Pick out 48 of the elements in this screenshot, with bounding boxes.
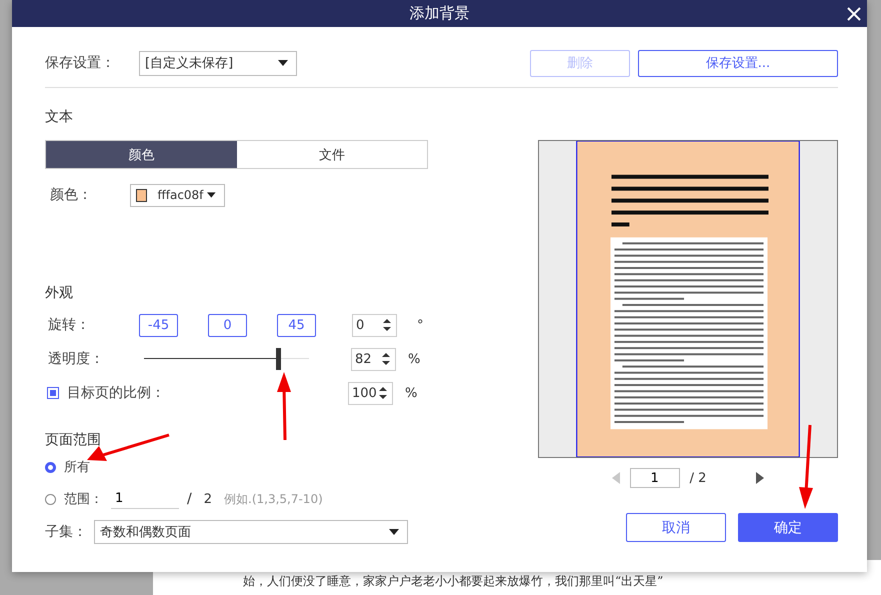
rotation-spinner[interactable]: 0 [352, 314, 397, 336]
section-heading: 页面范围 [45, 431, 101, 450]
preset-label: 保存设置： [45, 54, 115, 72]
subset-label: 子集： [45, 523, 88, 541]
window-title: 添加背景 [410, 4, 470, 23]
opacity-spinner[interactable]: 82 [351, 348, 396, 370]
caret-icon [389, 529, 399, 535]
spin-arrows-icon [382, 352, 390, 366]
range-separator: / [187, 491, 192, 507]
spin-arrows-icon [383, 318, 391, 332]
color-label: 颜色： [50, 186, 93, 204]
page-total: / 2 [690, 470, 706, 486]
checkbox[interactable] [47, 387, 59, 399]
angle-button[interactable]: 45 [277, 314, 316, 336]
page-total: 2 [204, 492, 212, 506]
document-text: 始，人们便没了睡意，家家户户老老小小都要起来放爆竹，我们那里叫“出天星” [243, 574, 664, 588]
slider-thumb[interactable] [276, 348, 282, 370]
color-dropdown[interactable]: fffac08f [130, 184, 225, 206]
percent-unit: % [408, 352, 420, 366]
degree-unit: ° [417, 318, 424, 332]
radio-label: 所有 [64, 459, 90, 476]
radio-button[interactable] [45, 462, 56, 472]
caret-icon [207, 192, 216, 198]
spin-arrows-icon [379, 386, 387, 400]
angle-button[interactable]: 0 [208, 314, 247, 336]
subset-dropdown[interactable]: 奇数和偶数页面 [94, 520, 408, 544]
opacity-label: 透明度： [47, 350, 105, 368]
radio-button[interactable] [45, 494, 56, 504]
opacity-slider[interactable] [144, 348, 309, 370]
page-input-field[interactable]: 1 [630, 468, 680, 488]
next-page-icon[interactable] [756, 472, 764, 484]
percent-unit: % [405, 386, 418, 400]
scale-label: 目标页的比例： [67, 384, 166, 402]
section-heading: 外观 [45, 284, 73, 303]
range-hint: 例如.(1,3,5,7-10) [224, 490, 323, 508]
tab[interactable]: 颜色 [46, 141, 236, 168]
section-heading: 文本 [45, 108, 73, 127]
save-settings-button[interactable]: 保存设置... [638, 50, 838, 76]
cancel-button[interactable]: 取消 [626, 513, 726, 542]
rotation-label: 旋转： [47, 316, 91, 334]
preset-dropdown[interactable]: [自定义未保存] [139, 50, 297, 76]
close-icon[interactable] [847, 7, 861, 21]
radio-label: 范围： [64, 491, 103, 508]
ok-button[interactable]: 确定 [738, 513, 838, 542]
angle-button[interactable]: -45 [139, 314, 178, 336]
scale-spinner[interactable]: 100 [348, 382, 393, 404]
color-swatch-icon [136, 188, 148, 202]
caret-icon [278, 60, 288, 66]
